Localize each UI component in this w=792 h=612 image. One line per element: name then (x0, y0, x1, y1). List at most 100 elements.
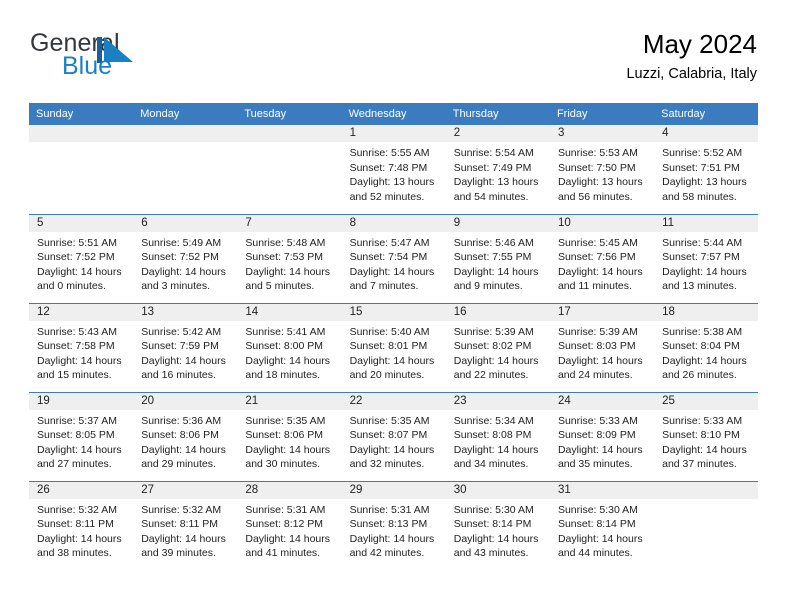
day-sunset-text: Sunset: 7:52 PM (37, 251, 115, 264)
calendar-day-cell[interactable]: 29 Sunrise: 5:31 AM Sunset: 8:13 PM Dayligh… (341, 480, 446, 570)
calendar-day-cell[interactable]: 30 Sunrise: 5:30 AM Sunset: 8:14 PM Dayligh… (445, 480, 550, 570)
calendar-day-cell-empty (29, 125, 134, 214)
day-number: 12 (29, 303, 134, 321)
day-sunrise-text: Sunrise: 5:54 AM (453, 147, 534, 159)
calendar-day-cell[interactable]: 26 Sunrise: 5:32 AM Sunset: 8:11 PM Dayligh… (29, 480, 134, 570)
weekday-header-saturday: Saturday (654, 103, 759, 125)
day-detail: Sunrise: 5:42 AM Sunset: 7:59 PM Daylight:… (133, 321, 237, 383)
day-number: 9 (445, 214, 550, 232)
calendar-day-cell[interactable]: 10 Sunrise: 5:45 AM Sunset: 7:56 PM Dayligh… (549, 213, 655, 303)
day-daylight1-text: Daylight: 14 hours (349, 265, 435, 278)
calendar-day-cell[interactable]: 1 Sunrise: 5:55 AM Sunset: 7:48 PM Daylight… (341, 125, 446, 214)
day-detail: Sunrise: 5:35 AM Sunset: 8:06 PM Daylight:… (237, 410, 341, 472)
weekday-header-tuesday: Tuesday (237, 103, 342, 125)
day-daylight2-text: and 29 minutes. (141, 458, 216, 471)
day-daylight2-text: and 0 minutes. (37, 280, 106, 293)
day-daylight2-text: and 27 minutes. (37, 458, 112, 471)
day-sunset-text: Sunset: 7:56 PM (557, 251, 636, 264)
calendar-day-cell[interactable]: 27 Sunrise: 5:32 AM Sunset: 8:11 PM Dayligh… (133, 480, 238, 570)
day-detail: Sunrise: 5:53 AM Sunset: 7:50 PM Daylight:… (550, 142, 654, 204)
day-number: 20 (133, 392, 238, 410)
day-sunset-text: Sunset: 8:03 PM (557, 340, 636, 353)
calendar-day-cell[interactable]: 22 Sunrise: 5:35 AM Sunset: 8:07 PM Dayligh… (341, 391, 446, 481)
calendar-day-cell[interactable]: 24 Sunrise: 5:33 AM Sunset: 8:09 PM Dayligh… (549, 391, 655, 481)
day-daylight1-text: Daylight: 14 hours (141, 354, 226, 367)
calendar-day-cell[interactable]: 11 Sunrise: 5:44 AM Sunset: 7:57 PM Dayligh… (654, 213, 759, 303)
calendar-day-cell-empty (654, 480, 759, 570)
day-sunset-text: Sunset: 7:51 PM (662, 161, 740, 174)
calendar-day-cell[interactable]: 4 Sunrise: 5:52 AM Sunset: 7:51 PM Daylight… (654, 125, 759, 214)
calendar-day-cell[interactable]: 15 Sunrise: 5:40 AM Sunset: 8:01 PM Dayligh… (341, 302, 446, 392)
day-sunset-text: Sunset: 8:06 PM (245, 429, 324, 442)
calendar-day-cell[interactable]: 19 Sunrise: 5:37 AM Sunset: 8:05 PM Dayligh… (29, 391, 134, 481)
calendar-week-row: 1 Sunrise: 5:55 AM Sunset: 7:48 PM Daylight… (29, 125, 759, 214)
day-number: 22 (341, 392, 446, 410)
weekday-header-sunday: Sunday (29, 103, 134, 125)
day-daylight1-text: Daylight: 14 hours (349, 443, 435, 456)
day-detail: Sunrise: 5:52 AM Sunset: 7:51 PM Daylight:… (654, 142, 758, 204)
day-sunrise-text: Sunrise: 5:34 AM (453, 414, 534, 427)
calendar-day-cell[interactable]: 31 Sunrise: 5:30 AM Sunset: 8:14 PM Dayligh… (549, 480, 655, 570)
page-subtitle: Luzzi, Calabria, Italy (626, 66, 757, 82)
brand-name-bottom: Blue (62, 52, 113, 80)
day-sunrise-text: Sunrise: 5:53 AM (557, 147, 638, 159)
calendar-day-cell[interactable]: 6 Sunrise: 5:49 AM Sunset: 7:52 PM Daylight… (133, 213, 238, 303)
day-detail: Sunrise: 5:47 AM Sunset: 7:54 PM Daylight:… (342, 232, 446, 294)
day-number: 19 (29, 392, 134, 410)
calendar-day-cell[interactable]: 16 Sunrise: 5:39 AM Sunset: 8:02 PM Dayligh… (445, 302, 550, 392)
calendar-day-cell[interactable]: 14 Sunrise: 5:41 AM Sunset: 8:00 PM Dayligh… (237, 302, 342, 392)
day-sunrise-text: Sunrise: 5:40 AM (349, 325, 430, 338)
day-daylight2-text: and 34 minutes. (453, 458, 529, 471)
calendar-day-cell[interactable]: 3 Sunrise: 5:53 AM Sunset: 7:50 PM Daylight… (549, 125, 655, 214)
day-daylight2-text: and 5 minutes. (245, 280, 315, 293)
day-daylight2-text: and 20 minutes. (349, 369, 425, 382)
calendar-day-cell[interactable]: 12 Sunrise: 5:43 AM Sunset: 7:58 PM Dayligh… (29, 302, 134, 392)
calendar-day-cell[interactable]: 18 Sunrise: 5:38 AM Sunset: 8:04 PM Dayligh… (654, 302, 759, 392)
calendar-day-cell[interactable]: 20 Sunrise: 5:36 AM Sunset: 8:06 PM Dayligh… (133, 391, 238, 481)
day-detail: Sunrise: 5:46 AM Sunset: 7:55 PM Daylight:… (446, 232, 550, 294)
day-number: 25 (654, 392, 759, 410)
day-sunset-text: Sunset: 8:05 PM (37, 429, 115, 442)
calendar-day-cell[interactable]: 9 Sunrise: 5:46 AM Sunset: 7:55 PM Daylight… (445, 213, 550, 303)
day-number: 18 (654, 303, 759, 321)
day-detail: Sunrise: 5:45 AM Sunset: 7:56 PM Daylight:… (550, 232, 654, 294)
day-sunrise-text: Sunrise: 5:33 AM (662, 414, 743, 427)
day-sunset-text: Sunset: 7:58 PM (37, 340, 115, 353)
day-sunrise-text: Sunrise: 5:39 AM (557, 325, 638, 338)
day-sunrise-text: Sunrise: 5:55 AM (349, 147, 430, 159)
day-sunrise-text: Sunrise: 5:33 AM (557, 414, 638, 427)
day-detail: Sunrise: 5:48 AM Sunset: 7:53 PM Daylight:… (237, 232, 341, 294)
day-daylight1-text: Daylight: 14 hours (453, 265, 539, 278)
calendar-day-cell[interactable]: 25 Sunrise: 5:33 AM Sunset: 8:10 PM Dayligh… (654, 391, 759, 481)
day-number (29, 125, 134, 142)
day-detail: Sunrise: 5:38 AM Sunset: 8:04 PM Daylight:… (654, 321, 758, 383)
day-number: 16 (445, 303, 550, 321)
day-daylight1-text: Daylight: 14 hours (245, 532, 331, 545)
calendar-day-cell[interactable]: 23 Sunrise: 5:34 AM Sunset: 8:08 PM Dayligh… (445, 391, 550, 481)
day-detail: Sunrise: 5:41 AM Sunset: 8:00 PM Daylight:… (237, 321, 341, 383)
calendar-day-cell[interactable]: 7 Sunrise: 5:48 AM Sunset: 7:53 PM Daylight… (237, 213, 342, 303)
day-daylight1-text: Daylight: 14 hours (557, 443, 643, 456)
calendar-day-cell[interactable]: 2 Sunrise: 5:54 AM Sunset: 7:49 PM Daylight… (445, 125, 550, 214)
brand-logo[interactable]: General Blue (29, 28, 249, 90)
day-sunset-text: Sunset: 8:04 PM (662, 340, 740, 353)
day-sunrise-text: Sunrise: 5:49 AM (141, 236, 222, 249)
day-daylight1-text: Daylight: 13 hours (453, 176, 539, 189)
day-sunset-text: Sunset: 8:10 PM (662, 429, 740, 442)
calendar-day-cell[interactable]: 13 Sunrise: 5:42 AM Sunset: 7:59 PM Dayligh… (133, 302, 238, 392)
day-number: 1 (341, 125, 446, 142)
day-sunset-text: Sunset: 7:50 PM (557, 161, 636, 174)
day-detail: Sunrise: 5:33 AM Sunset: 8:09 PM Daylight:… (550, 410, 654, 472)
calendar-day-cell[interactable]: 21 Sunrise: 5:35 AM Sunset: 8:06 PM Dayligh… (237, 391, 342, 481)
calendar-day-cell[interactable]: 5 Sunrise: 5:51 AM Sunset: 7:52 PM Daylight… (29, 213, 134, 303)
day-detail: Sunrise: 5:49 AM Sunset: 7:52 PM Daylight:… (133, 232, 237, 294)
day-sunrise-text: Sunrise: 5:52 AM (662, 147, 743, 159)
calendar-day-cell[interactable]: 8 Sunrise: 5:47 AM Sunset: 7:54 PM Daylight… (341, 213, 446, 303)
day-sunrise-text: Sunrise: 5:30 AM (453, 503, 534, 516)
calendar-day-cell-empty (237, 125, 342, 214)
day-daylight1-text: Daylight: 14 hours (453, 443, 539, 456)
day-number: 27 (133, 481, 238, 499)
calendar-day-cell[interactable]: 17 Sunrise: 5:39 AM Sunset: 8:03 PM Dayligh… (549, 302, 655, 392)
calendar-day-cell[interactable]: 28 Sunrise: 5:31 AM Sunset: 8:12 PM Dayligh… (237, 480, 342, 570)
day-daylight1-text: Daylight: 14 hours (662, 443, 747, 456)
